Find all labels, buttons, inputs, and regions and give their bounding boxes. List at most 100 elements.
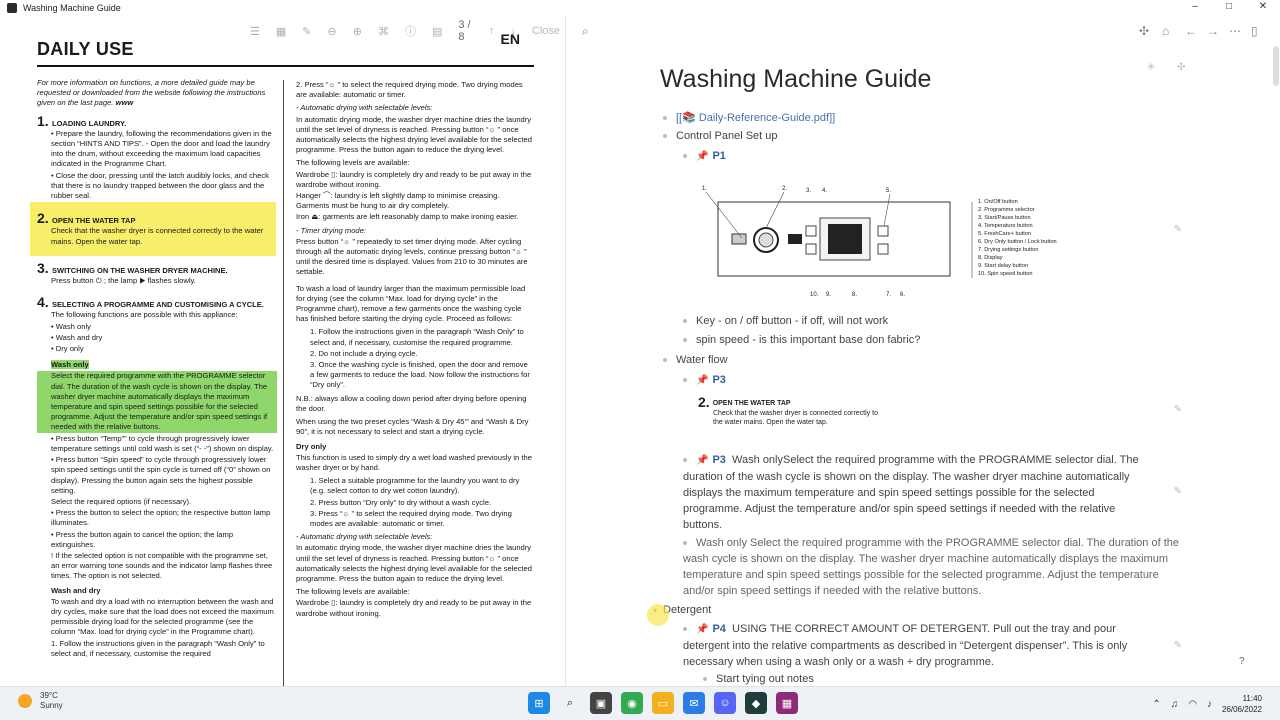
open-water-tap-snippet: 2. OPEN THE WATER TAP Check that the was… [698, 394, 938, 436]
sparkle-icon[interactable]: ✳ [1147, 62, 1155, 73]
app-icon[interactable]: ▦ [776, 692, 798, 714]
edit-pencil-icon[interactable]: ✎ [1174, 224, 1182, 235]
pdf-close-button[interactable]: Close [532, 25, 560, 37]
legend-10: 10. Spin speed button [978, 271, 1032, 277]
scrollbar-thumb[interactable] [1273, 46, 1279, 86]
diagram-num-5: 5. [886, 188, 891, 194]
maximize-button[interactable]: □ [1212, 0, 1246, 16]
search-icon[interactable]: ⌕ [582, 24, 589, 39]
diagram-num-3: 3. [806, 188, 811, 194]
control-panel-diagram: 1. 2. 3. 4. 5. 10. 9. 8. 7. 6. 1. On/Off… [702, 186, 1057, 298]
column-divider [283, 80, 284, 686]
diagram-num-6: 6. [900, 292, 905, 298]
openwater-num: 2. [698, 394, 710, 410]
note-pane[interactable]: ⌕ ✣ ⌂ ← → ⋯ ▯ Washing Machine Guide ✳ ✣ … [567, 16, 1280, 686]
start-icon[interactable]: ⊞ [528, 692, 550, 714]
legend-2: 2. Programme selector [978, 207, 1035, 213]
c2-wardrobe2: Wardrobe ▯: laundry is completely dry an… [296, 598, 532, 618]
pdf-column-right: 2. Press “☼ ” to select the required dry… [296, 80, 532, 620]
legend-3: 3. Start/Pause button [978, 215, 1031, 221]
p1-line: 📌 P1 [683, 150, 726, 162]
weather-widget[interactable]: 39°C Sunny [18, 691, 63, 711]
volume-icon[interactable]: ♪ [1207, 699, 1212, 710]
legend-8: 8. Display [978, 255, 1003, 261]
wash-only-heading: Wash only [51, 360, 89, 370]
c2-step-2: 2. Press “☼ ” to select the required dry… [296, 80, 523, 100]
zoom-in-icon[interactable]: ⊕ [353, 25, 362, 38]
c2-levels2: The following levels are available: [296, 587, 410, 597]
chevron-up-icon[interactable]: ⌃ [1152, 699, 1160, 710]
obsidian-icon[interactable]: ◆ [745, 692, 767, 714]
clock-time: 11:40 [1242, 694, 1262, 703]
weather-condition: Sunny [40, 701, 63, 710]
weather-temp: 39°C [40, 691, 58, 700]
c2-wardrobe: Wardrobe ▯: laundry is completely dry an… [296, 169, 532, 189]
edit-pencil-icon[interactable]: ✎ [1174, 486, 1182, 497]
forward-arrow-icon[interactable]: → [1207, 24, 1219, 38]
file-explorer-icon[interactable]: ▭ [652, 692, 674, 714]
diagram-num-4: 4. [822, 188, 827, 194]
c2-timer-head: - Timer drying mode: [296, 225, 366, 235]
pdf-column-left: For more information on functions, a mor… [30, 78, 277, 660]
fit-icon[interactable]: ⌘ [378, 25, 389, 38]
function-wash-dry: • Wash and dry [51, 332, 103, 342]
discord-icon[interactable]: ☺ [714, 692, 736, 714]
wifi-icon[interactable]: ◠ [1188, 699, 1197, 710]
function-dry-only: • Dry only [51, 344, 84, 354]
c2-auto-head: - Automatic drying with selectable level… [296, 103, 433, 113]
arrow-up-icon[interactable]: ↑ [489, 25, 495, 37]
c2-follow-1: 1. Follow the instructions given in the … [310, 327, 524, 347]
press-option-2: • Press the button again to cancel the o… [51, 529, 234, 549]
c2-levels: The following levels are available: [296, 158, 410, 168]
c2-dry-2: 2. Press button “Dry only” to dry withou… [310, 497, 492, 507]
spin-bullet: • Press button “Spin speed” to cycle thr… [51, 455, 271, 495]
step-4: 4. SELECTING A PROGRAMME AND CUSTOMISING … [37, 294, 264, 311]
system-tray: ⌃ ♫ ◠ ♪ 11:40 26/06/2022 [1152, 693, 1262, 715]
close-window-button[interactable]: ✕ [1246, 0, 1280, 16]
taskbar: 39°C Sunny ⊞ ⌕ ▣ ◉ ▭ ✉ ☺ ◆ ▦ ⌃ ♫ ◠ ♪ 11:… [0, 686, 1280, 720]
calculator-icon[interactable]: ▦ [276, 25, 286, 38]
help-button[interactable]: ? [1239, 656, 1245, 667]
step-3-body: Press button ⏻ ; the lamp ▶ flashes slow… [51, 276, 196, 286]
c2-auto2-body: In automatic drying mode, the washer dry… [296, 543, 532, 583]
info-icon[interactable]: ⓘ [405, 23, 416, 39]
wash-dry-body: To wash and dry a load with no interrupt… [51, 596, 274, 637]
minimize-button[interactable]: – [1178, 0, 1212, 16]
pin-icon: 📌 [696, 151, 709, 162]
attachment-line: [[📚 Daily-Reference-Guide.pdf]] [663, 111, 835, 124]
back-arrow-icon[interactable]: ← [1185, 24, 1197, 38]
edit-pencil-icon[interactable]: ✎ [1174, 640, 1182, 651]
home-icon[interactable]: ⌂ [1162, 24, 1169, 38]
legend-4: 4. Temperature button [978, 223, 1033, 229]
zoom-out-icon[interactable]: ⊖ [328, 25, 337, 38]
wash-only-highlight: Select the required programme with the P… [37, 371, 277, 433]
openwater-body: Check that the washer dryer is connected… [713, 410, 878, 426]
legend-1: 1. On/Off button [978, 199, 1018, 205]
c2-auto2-head: - Automatic drying with selectable level… [296, 532, 433, 542]
settings-sliders-icon[interactable]: ☰ [250, 25, 260, 38]
c2-iron: Iron ⏏: garments are left reasonably dam… [296, 212, 519, 222]
c2-larger: To wash a load of laundry larger than th… [296, 283, 526, 324]
comment-icon[interactable]: ▤ [432, 25, 442, 38]
pdf-intro: For more information on functions, a mor… [37, 78, 266, 108]
pdf-viewer-pane[interactable]: ☰ ▦ ✎ ⊖ ⊕ ⌘ ⓘ ▤ 3 / 8 ↑ ↓ Close DAILY US… [0, 16, 566, 686]
sidebar-toggle-icon[interactable]: ▯ [1251, 24, 1258, 38]
edit-pencil-icon[interactable]: ✎ [1174, 404, 1182, 415]
pen-icon[interactable]: ✎ [302, 25, 311, 38]
step-1-bullet-2: • Close the door, pressing until the lat… [51, 170, 269, 201]
mail-icon[interactable]: ✉ [683, 692, 705, 714]
microphone-icon[interactable]: ♫ [1171, 699, 1179, 710]
puzzle-small-icon[interactable]: ✣ [1177, 62, 1185, 73]
c2-timer-body: Press button “☼ ” repeatedly to set time… [296, 236, 528, 277]
diagram-num-1: 1. [702, 186, 707, 192]
chrome-icon[interactable]: ◉ [621, 692, 643, 714]
task-view-icon[interactable]: ▣ [590, 692, 612, 714]
puzzle-icon[interactable]: ✣ [1139, 24, 1149, 38]
c2-dry-body: This function is used to simply dry a we… [296, 452, 532, 472]
more-icon[interactable]: ⋯ [1229, 24, 1241, 38]
c2-dry-head: Dry only [296, 441, 327, 451]
pdf-attachment-link[interactable]: [[📚 Daily-Reference-Guide.pdf]] [676, 112, 835, 124]
clock[interactable]: 11:40 26/06/2022 [1222, 693, 1262, 715]
search-icon[interactable]: ⌕ [559, 692, 581, 714]
legend-6: 6. Dry Only button / Lock button [978, 239, 1057, 245]
